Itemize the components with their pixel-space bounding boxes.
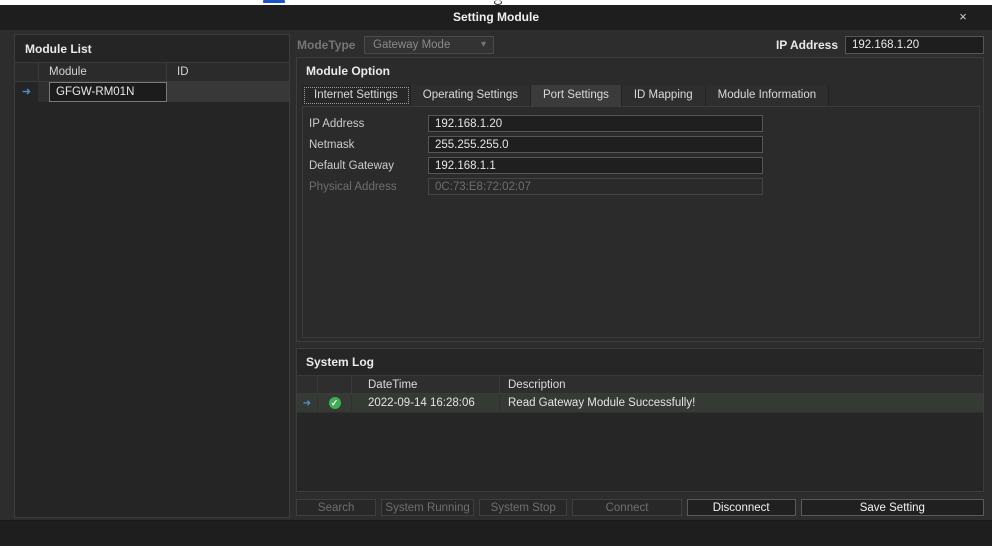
physical-address-field — [428, 178, 763, 195]
physical-address-field-label: Physical Address — [309, 181, 428, 193]
module-list-panel: Module List Module ID ➜ GFGW-RM01N — [14, 34, 290, 518]
module-list-header: Module ID — [15, 62, 289, 82]
window-footer — [0, 520, 992, 546]
ip-address-field-label: IP Address — [309, 118, 428, 130]
action-button-row: Search System Running System Stop Connec… — [296, 499, 984, 516]
row-arrow-icon: ➜ — [297, 394, 318, 412]
row-arrow-icon: ➜ — [15, 82, 39, 102]
default-gateway-field[interactable] — [428, 157, 763, 174]
ip-address-label: IP Address — [760, 36, 838, 54]
tab-port-settings[interactable]: Port Settings — [531, 85, 622, 106]
modetype-dropdown[interactable]: Gateway Mode ▾ — [364, 36, 494, 54]
netmask-field-label: Netmask — [309, 139, 428, 151]
module-option-group: Module Option Internet Settings Operatin… — [296, 57, 984, 342]
internet-settings-panel: IP Address Netmask Default Gateway Physi… — [302, 106, 980, 338]
titlebar[interactable]: Setting Module × — [0, 5, 992, 30]
module-list-row[interactable]: ➜ GFGW-RM01N — [15, 82, 289, 102]
search-button[interactable]: Search — [296, 499, 376, 516]
module-list-title: Module List — [15, 35, 289, 62]
field-row: Default Gateway — [303, 155, 979, 176]
module-option-title: Module Option — [297, 58, 983, 83]
page-artifact — [263, 0, 285, 3]
modetype-value: Gateway Mode — [373, 39, 450, 51]
log-description-cell: Read Gateway Module Successfully! — [500, 394, 983, 412]
close-icon[interactable]: × — [950, 5, 976, 30]
row-indicator-column — [297, 376, 318, 393]
module-name-cell[interactable]: GFGW-RM01N — [49, 82, 167, 102]
setting-module-window: Setting Module × Module List Module ID ➜… — [0, 5, 992, 546]
column-header-module: Module — [39, 63, 167, 81]
column-header-id: ID — [167, 63, 289, 81]
modetype-label: ModeType — [297, 36, 355, 54]
log-datetime-cell: 2022-09-14 16:28:06 — [352, 394, 500, 412]
system-log-row[interactable]: ➜ ✓ 2022-09-14 16:28:06 Read Gateway Mod… — [297, 394, 983, 413]
ip-address-field[interactable] — [428, 115, 763, 132]
save-setting-button[interactable]: Save Setting — [801, 499, 984, 516]
default-gateway-field-label: Default Gateway — [309, 160, 428, 172]
status-icon-column — [318, 376, 352, 393]
netmask-field[interactable] — [428, 136, 763, 153]
tab-module-information[interactable]: Module Information — [706, 85, 829, 106]
system-log-header: DateTime Description — [297, 375, 983, 394]
column-header-description: Description — [500, 376, 983, 393]
module-option-tabs: Internet Settings Operating Settings Por… — [302, 85, 978, 106]
system-log-title: System Log — [297, 349, 983, 374]
system-log-group: System Log DateTime Description ➜ ✓ 2022… — [296, 348, 984, 492]
check-circle-icon: ✓ — [329, 397, 341, 409]
field-row: Physical Address — [303, 176, 979, 197]
window-title: Setting Module — [0, 5, 992, 30]
row-indicator-column — [15, 63, 39, 81]
tab-id-mapping[interactable]: ID Mapping — [622, 85, 706, 106]
chevron-down-icon: ▾ — [481, 37, 486, 53]
connect-button[interactable]: Connect — [572, 499, 681, 516]
tab-operating-settings[interactable]: Operating Settings — [411, 85, 531, 106]
system-running-button[interactable]: System Running — [381, 499, 474, 516]
column-header-datetime: DateTime — [352, 376, 500, 393]
ip-address-input[interactable] — [845, 36, 984, 54]
screen: Setting Module × Module List Module ID ➜… — [0, 0, 992, 552]
disconnect-button[interactable]: Disconnect — [687, 499, 796, 516]
system-stop-button[interactable]: System Stop — [479, 499, 568, 516]
module-id-cell[interactable] — [167, 82, 289, 102]
tab-internet-settings[interactable]: Internet Settings — [302, 85, 411, 106]
field-row: Netmask — [303, 134, 979, 155]
field-row: IP Address — [303, 113, 979, 134]
